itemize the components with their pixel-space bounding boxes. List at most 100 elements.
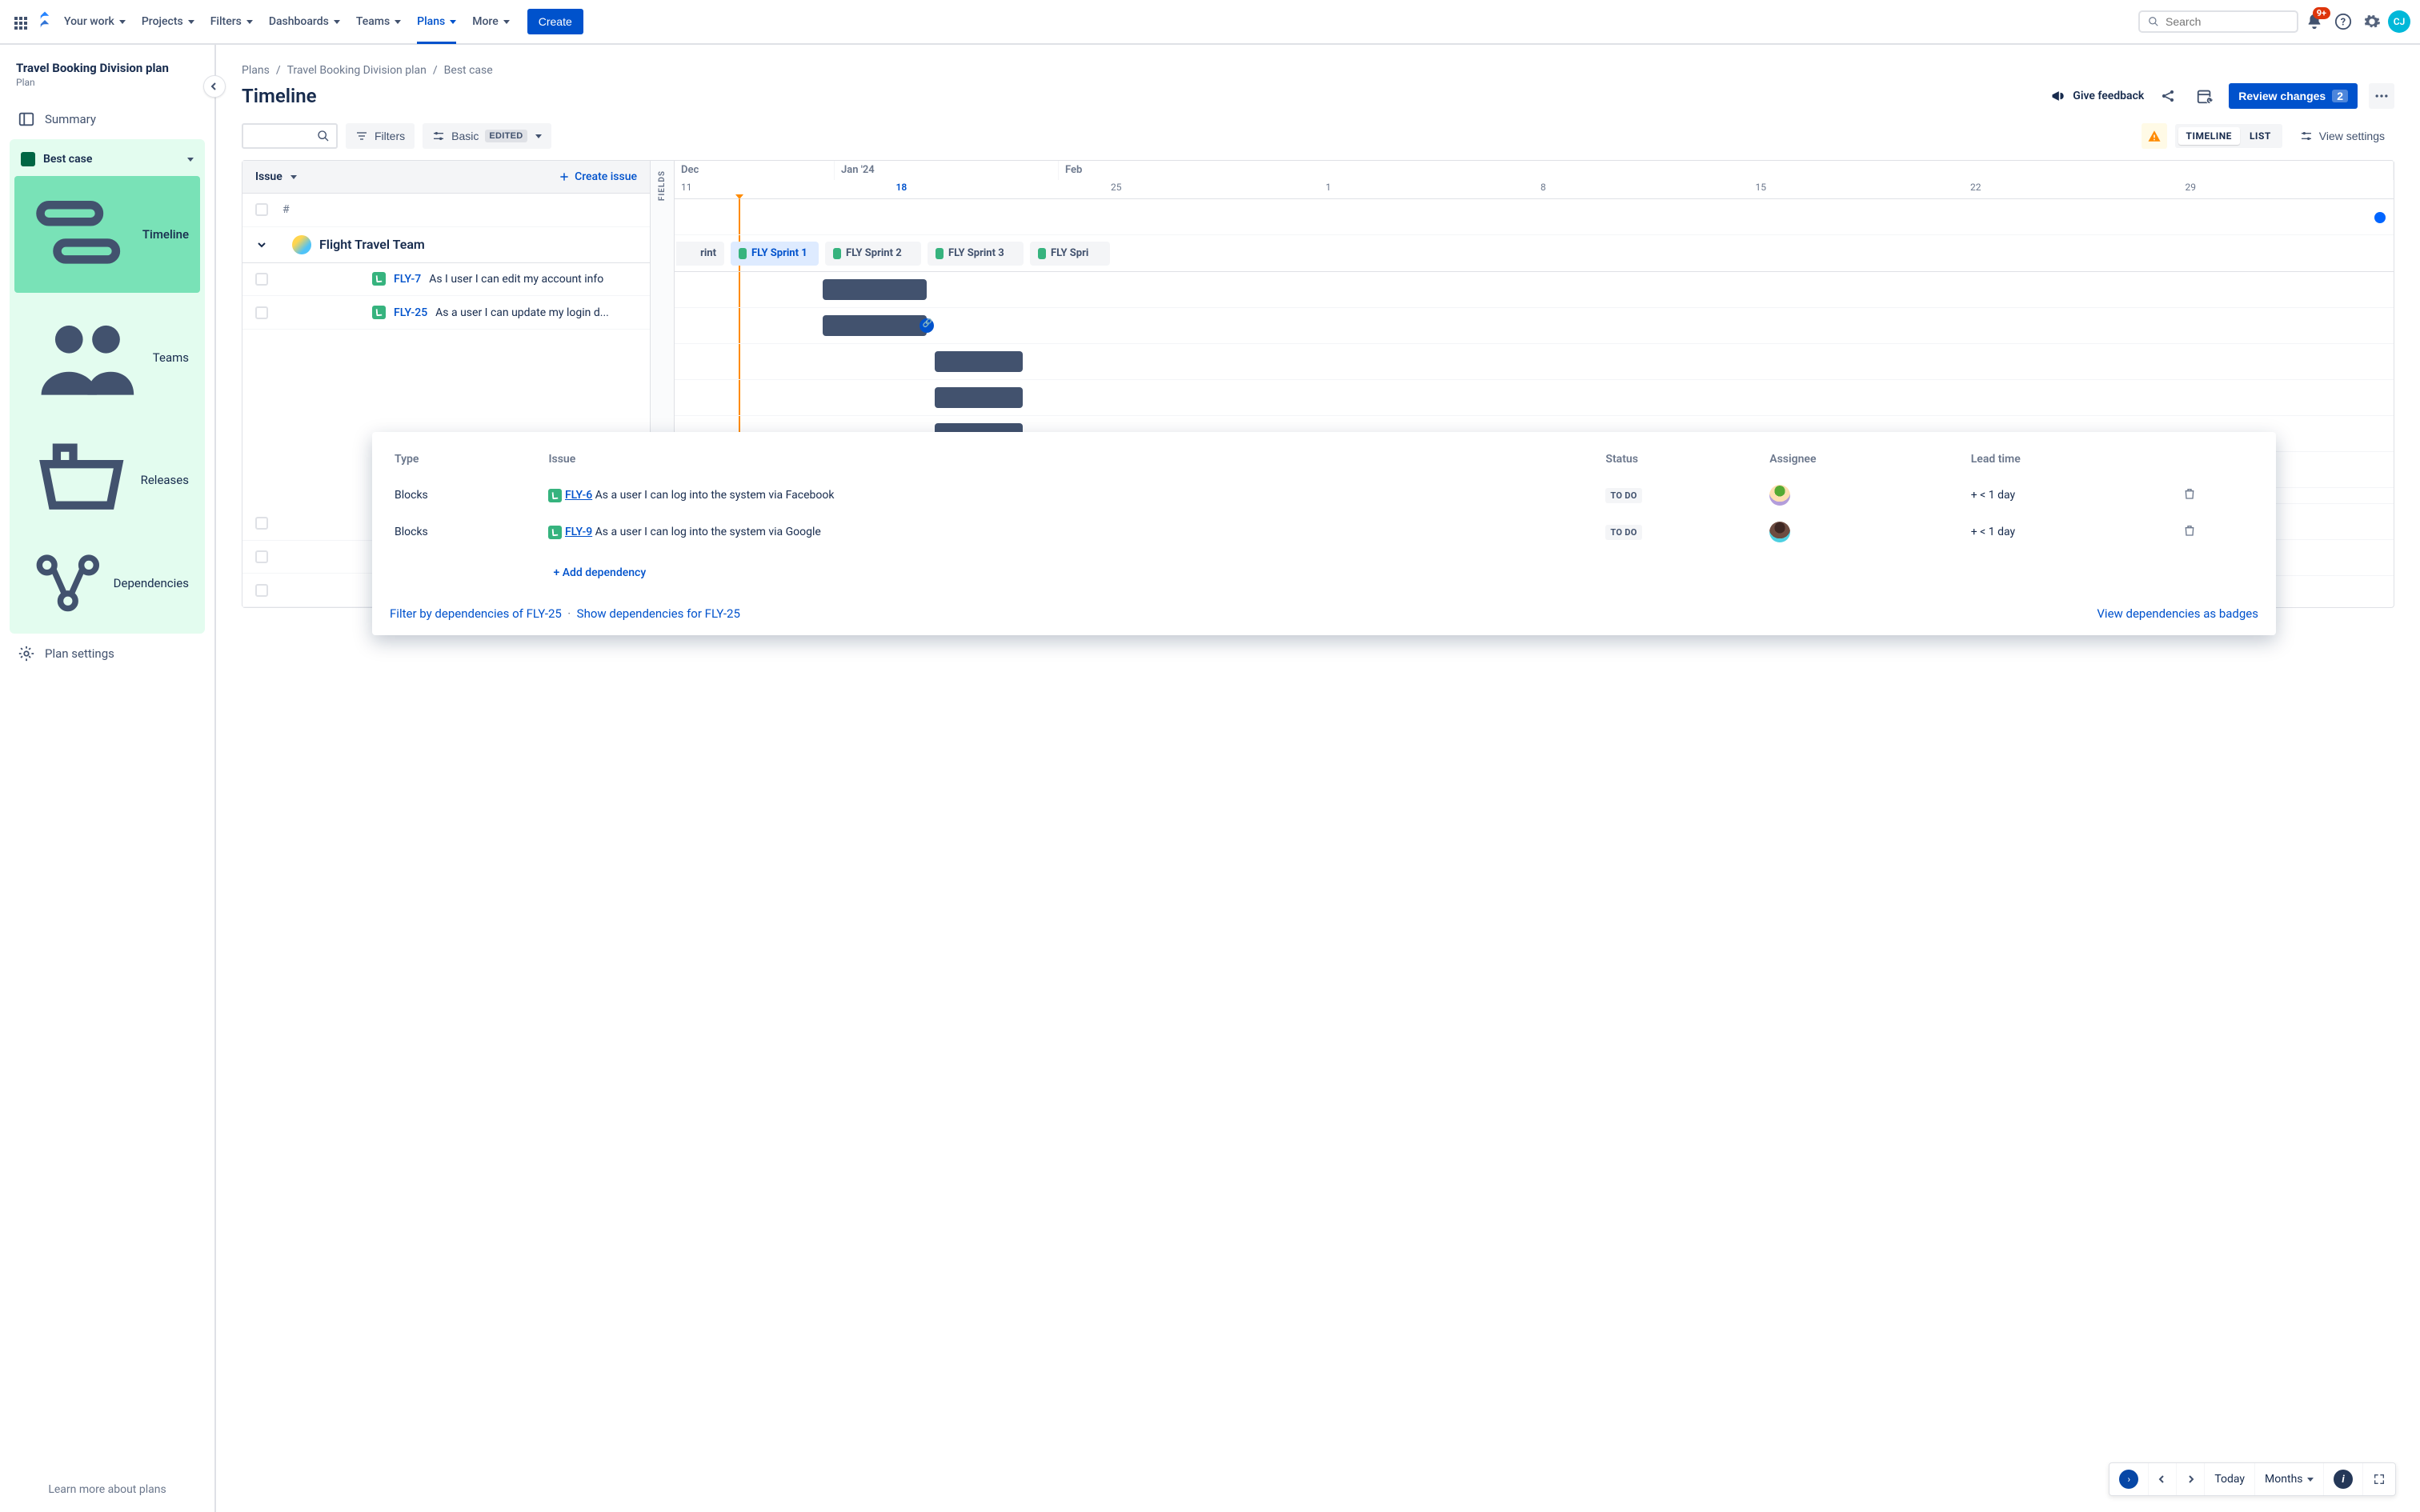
- view-mode-segment: TIMELINE LIST: [2175, 124, 2282, 148]
- create-issue-link[interactable]: Create issue: [559, 170, 637, 183]
- sidebar-item-summary[interactable]: Summary: [6, 102, 208, 136]
- nav-dashboards[interactable]: Dashboards: [262, 10, 347, 33]
- chevron-down-icon: [503, 20, 510, 24]
- breadcrumb-scenario[interactable]: Best case: [444, 64, 493, 77]
- search-input[interactable]: [2166, 15, 2289, 28]
- story-icon: [372, 272, 386, 286]
- delete-dependency-icon[interactable]: [2178, 514, 2258, 550]
- view-as-badges-link[interactable]: View dependencies as badges: [2097, 606, 2258, 621]
- seg-list[interactable]: LIST: [2242, 127, 2279, 145]
- timeline-days: 11 18 25 1 8 15 22 29: [675, 180, 2394, 199]
- nav-plans[interactable]: Plans: [411, 10, 463, 33]
- scenario-selector[interactable]: Best case: [10, 144, 205, 174]
- more-actions-icon[interactable]: [2369, 83, 2394, 109]
- checkbox[interactable]: [255, 517, 268, 530]
- issue-row[interactable]: FLY-25As a user I can update my login d.…: [242, 296, 650, 330]
- checkbox[interactable]: [255, 584, 268, 597]
- issue-bar[interactable]: [823, 279, 927, 300]
- breadcrumb-plan[interactable]: Travel Booking Division plan: [287, 64, 427, 77]
- filters-button[interactable]: Filters: [346, 123, 415, 149]
- sprint-pill[interactable]: FLY Sprint 2: [825, 242, 921, 266]
- status-badge: TO DO: [1605, 525, 1641, 540]
- sidebar-item-plan-settings[interactable]: Plan settings: [6, 637, 208, 670]
- nav-filters[interactable]: Filters: [204, 10, 259, 33]
- sprint-pill[interactable]: FLY Sprint 1: [731, 242, 819, 266]
- timeline-icon: [32, 184, 133, 285]
- plus-icon: [559, 171, 570, 182]
- megaphone-icon: [2050, 88, 2066, 104]
- sidebar-item-timeline[interactable]: Timeline: [14, 176, 200, 293]
- nav-your-work[interactable]: Your work: [58, 10, 132, 33]
- view-settings-button[interactable]: View settings: [2290, 123, 2394, 149]
- teams-icon: [32, 302, 143, 414]
- checkbox[interactable]: [255, 550, 268, 563]
- show-dependencies-link[interactable]: Show dependencies for FLY-25: [577, 606, 740, 621]
- dependencies-icon: [32, 547, 104, 619]
- add-dependency-link[interactable]: + Add dependency: [548, 558, 651, 587]
- assignee-avatar[interactable]: [1769, 522, 1790, 542]
- scroll-to-start-button[interactable]: ›: [2109, 1463, 2149, 1495]
- team-avatar-icon: [292, 235, 311, 254]
- svg-text:+: +: [2210, 96, 2214, 104]
- sidebar-item-dependencies[interactable]: Dependencies: [14, 539, 200, 627]
- team-group-row[interactable]: Flight Travel Team: [242, 227, 650, 263]
- sprint-pill[interactable]: FLY Sprint 3: [928, 242, 1024, 266]
- learn-more-link[interactable]: Learn more about plans: [0, 1483, 214, 1496]
- filter-dependencies-link[interactable]: Filter by dependencies of FLY-25: [390, 606, 562, 621]
- col-assignee: Assignee: [1765, 446, 1965, 477]
- create-button[interactable]: Create: [527, 9, 583, 34]
- seg-timeline[interactable]: TIMELINE: [2178, 127, 2240, 145]
- issue-row[interactable]: FLY-7As I user I can edit my account inf…: [242, 263, 650, 297]
- jira-logo-icon[interactable]: [35, 10, 54, 33]
- settings-icon[interactable]: [2359, 9, 2385, 34]
- checkbox[interactable]: [255, 306, 268, 319]
- plan-title: Travel Booking Division plan: [6, 61, 208, 75]
- issue-bar[interactable]: [823, 315, 927, 336]
- display-options-button[interactable]: Basic EDITED: [423, 123, 551, 149]
- dep-issue-link[interactable]: FLY-9: [565, 526, 592, 538]
- search-icon: [2148, 15, 2159, 28]
- auto-schedule-icon[interactable]: +: [2192, 83, 2218, 109]
- chevron-down-icon: [255, 238, 268, 251]
- sidebar-item-teams[interactable]: Teams: [14, 294, 200, 422]
- help-icon[interactable]: ?: [2330, 9, 2356, 34]
- app-switcher-icon[interactable]: [10, 12, 29, 31]
- global-search[interactable]: [2138, 10, 2298, 33]
- edited-badge: EDITED: [485, 130, 527, 142]
- fullscreen-button[interactable]: [2363, 1463, 2395, 1495]
- sliders-icon: [432, 130, 445, 142]
- assignee-avatar[interactable]: [1769, 485, 1790, 506]
- give-feedback-button[interactable]: Give feedback: [2050, 88, 2144, 104]
- legend-button[interactable]: i: [2324, 1463, 2363, 1495]
- nav-teams[interactable]: Teams: [350, 10, 407, 33]
- top-nav: Your work Projects Filters Dashboards Te…: [0, 0, 2420, 45]
- next-period-button[interactable]: [2177, 1463, 2205, 1495]
- dep-issue-link[interactable]: FLY-6: [565, 489, 592, 502]
- today-button[interactable]: Today: [2205, 1463, 2255, 1495]
- share-icon[interactable]: [2155, 83, 2181, 109]
- issue-header-label[interactable]: Issue: [255, 170, 297, 183]
- breadcrumb-plans[interactable]: Plans: [242, 64, 270, 77]
- warnings-icon[interactable]: [2142, 123, 2167, 149]
- release-marker[interactable]: [2374, 212, 2386, 223]
- checkbox[interactable]: [255, 273, 268, 286]
- checkbox[interactable]: [255, 203, 268, 216]
- nav-projects[interactable]: Projects: [135, 10, 201, 33]
- prev-period-button[interactable]: [2149, 1463, 2177, 1495]
- main-content: Plans/ Travel Booking Division plan/ Bes…: [216, 45, 2420, 1512]
- sprint-pill-prev[interactable]: rint: [676, 242, 724, 266]
- scale-selector[interactable]: Months: [2255, 1463, 2324, 1495]
- issue-search[interactable]: [242, 123, 338, 149]
- sprint-pill[interactable]: FLY Spri: [1030, 242, 1110, 266]
- sidebar-item-releases[interactable]: Releases: [14, 423, 200, 538]
- user-avatar[interactable]: CJ: [2388, 10, 2410, 33]
- col-lead: Lead time: [1966, 446, 2178, 477]
- svg-text:?: ?: [2341, 17, 2346, 29]
- notifications-icon[interactable]: 9+: [2302, 9, 2327, 34]
- delete-dependency-icon[interactable]: [2178, 477, 2258, 514]
- issue-bar[interactable]: [935, 387, 1023, 408]
- sprint-row: rint FLY Sprint 1 FLY Sprint 2 FLY Sprin…: [675, 235, 2394, 272]
- review-changes-button[interactable]: Review changes 2: [2229, 83, 2358, 109]
- issue-bar[interactable]: [935, 351, 1023, 372]
- nav-more[interactable]: More: [466, 10, 516, 33]
